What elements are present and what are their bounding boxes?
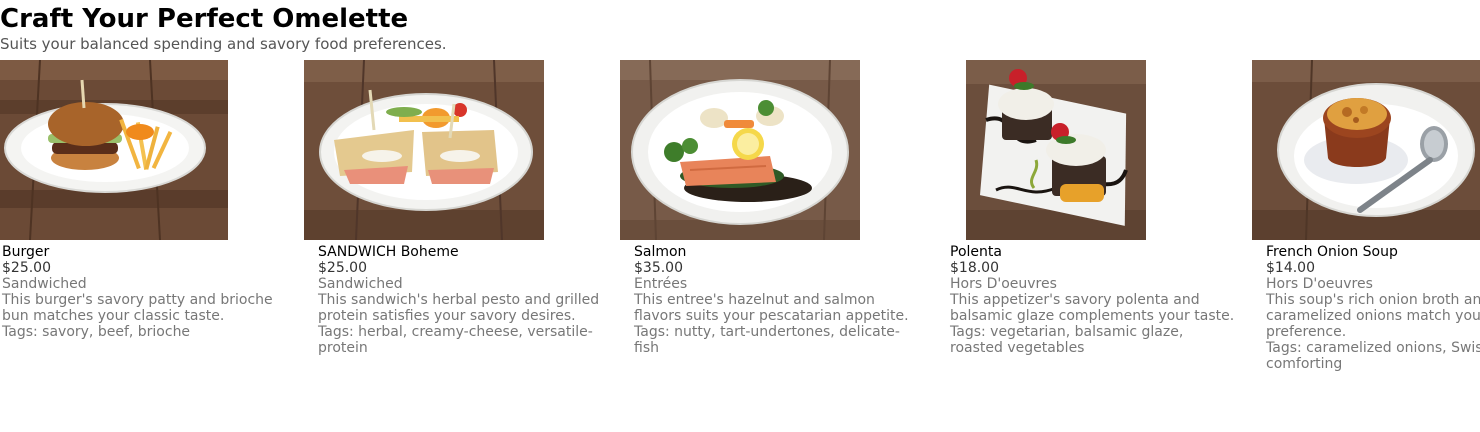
salmon-photo[interactable] [620, 60, 860, 240]
polenta-photo[interactable] [966, 60, 1146, 240]
soup-photo[interactable] [1252, 60, 1480, 240]
item-category: Entrées [634, 276, 688, 292]
item-tags: Tags: savory, beef, brioche [2, 324, 191, 340]
item-tags: Tags: caramelized onions, Swiss, comfort… [1266, 340, 1480, 372]
item-tags: Tags: vegetarian, balsamic glaze, roaste… [950, 324, 1184, 356]
item-category: Sandwiched [318, 276, 403, 292]
item-tags: Tags: nutty, tart-undertones, delicate-f… [634, 324, 900, 356]
item-name: Burger [2, 244, 50, 260]
item-tags: Tags: herbal, creamy-cheese, versatile-p… [318, 324, 593, 356]
item-category: Hors D'oeuvres [1266, 276, 1373, 292]
item-description: This burger's savory patty and brioche b… [2, 292, 273, 324]
item-description: This entree's hazelnut and salmon flavor… [634, 292, 909, 324]
item-category: Sandwiched [2, 276, 87, 292]
item-price: $18.00 [950, 260, 999, 276]
page-subtitle: Suits your balanced spending and savory … [0, 35, 447, 53]
item-category: Hors D'oeuvres [950, 276, 1057, 292]
item-price: $25.00 [318, 260, 367, 276]
item-name: Salmon [634, 244, 687, 260]
item-description: This appetizer's savory polenta and bals… [950, 292, 1235, 324]
sandwich-photo[interactable] [304, 60, 544, 240]
item-name: Polenta [950, 244, 1002, 260]
burger-photo[interactable] [0, 60, 228, 240]
page-title: Craft Your Perfect Omelette [0, 4, 409, 34]
item-description: This sandwich's herbal pesto and grilled… [318, 292, 600, 324]
item-price: $25.00 [2, 260, 51, 276]
item-price: $14.00 [1266, 260, 1315, 276]
item-name: French Onion Soup [1266, 244, 1398, 260]
item-name: SANDWICH Boheme [318, 244, 459, 260]
item-price: $35.00 [634, 260, 683, 276]
item-description: This soup's rich onion broth and caramel… [1266, 292, 1480, 340]
